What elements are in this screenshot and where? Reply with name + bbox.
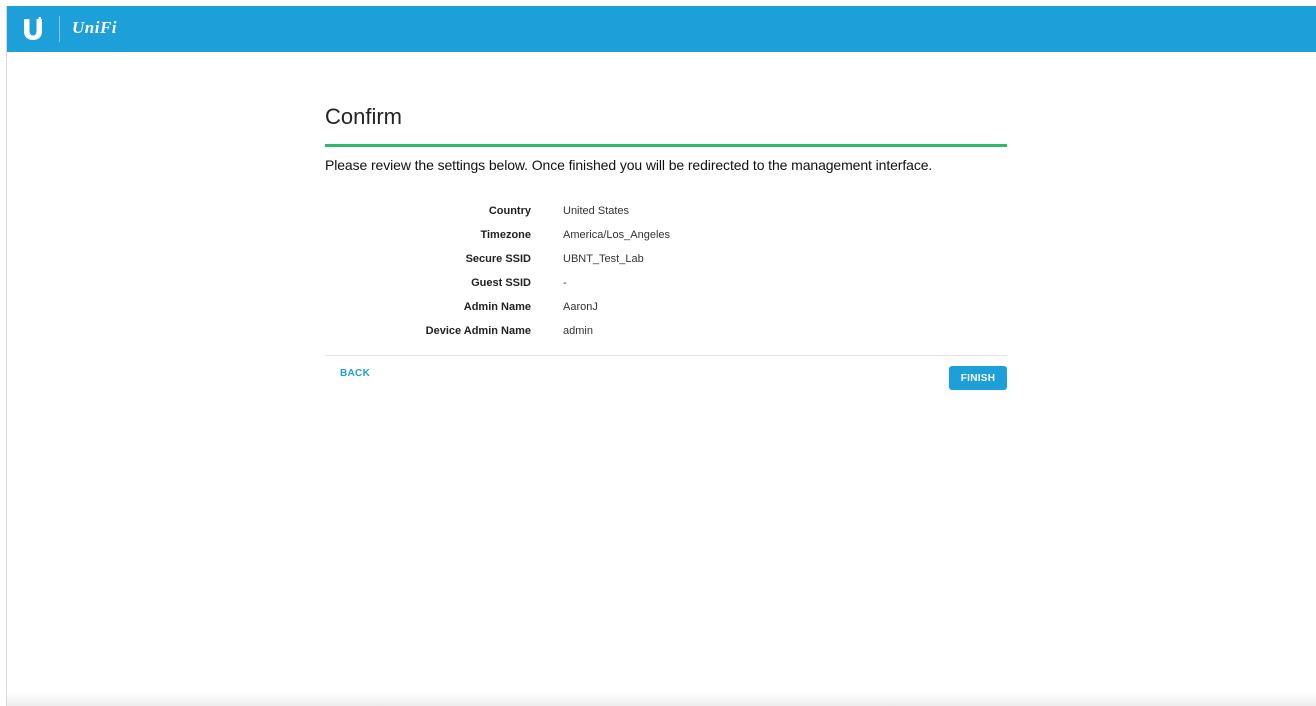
page-title: Confirm xyxy=(325,104,403,129)
setting-value: UBNT_Test_Lab xyxy=(563,253,644,265)
settings-summary: Country United States Timezone America/L… xyxy=(325,199,1007,343)
setting-row-guest-ssid: Guest SSID - xyxy=(325,271,1007,295)
top-bar: UniFi xyxy=(7,6,1316,52)
setting-value: admin xyxy=(563,325,593,337)
setting-row-admin-name: Admin Name AaronJ xyxy=(325,295,1007,319)
setting-row-country: Country United States xyxy=(325,199,1007,223)
logo-divider xyxy=(59,16,60,42)
setting-row-device-admin-name: Device Admin Name admin xyxy=(325,319,1007,343)
action-bar: BACK FINISH xyxy=(325,356,1007,400)
setting-value: America/Los_Angeles xyxy=(563,229,671,241)
finish-button[interactable]: FINISH xyxy=(949,366,1007,390)
unifi-brand-text: UniFi xyxy=(72,18,118,37)
setting-label: Device Admin Name xyxy=(425,325,531,337)
setting-label: Admin Name xyxy=(463,301,531,313)
back-button[interactable]: BACK xyxy=(340,368,370,379)
setting-label: Timezone xyxy=(480,229,531,241)
setting-value: United States xyxy=(563,205,630,217)
bottom-edge xyxy=(7,692,1316,706)
setting-row-secure-ssid: Secure SSID UBNT_Test_Lab xyxy=(325,247,1007,271)
setting-value: AaronJ xyxy=(563,301,598,313)
ubiquiti-u-logo-icon xyxy=(24,17,42,40)
setting-row-timezone: Timezone America/Los_Angeles xyxy=(325,223,1007,247)
confirm-panel: Confirm Please review the settings below… xyxy=(325,102,1007,400)
intro-text: Please review the settings below. Once f… xyxy=(325,157,933,173)
app-window: UniFi Confirm Please review the settings… xyxy=(6,6,1316,706)
setting-value: - xyxy=(563,277,567,289)
setting-label: Secure SSID xyxy=(465,253,531,265)
setting-label: Guest SSID xyxy=(471,277,531,289)
title-divider xyxy=(325,144,1007,147)
setting-label: Country xyxy=(488,205,531,217)
